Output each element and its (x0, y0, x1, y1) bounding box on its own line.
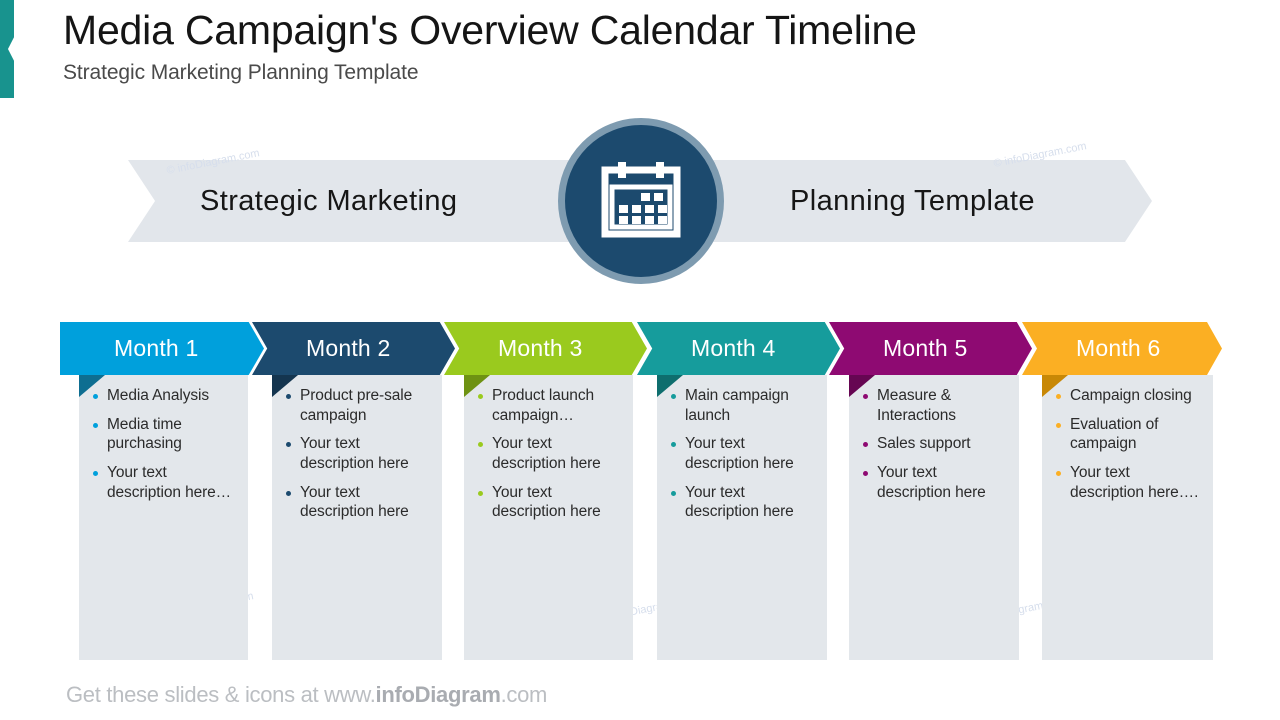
bullet-dot-icon (1056, 394, 1061, 399)
bullet-item: Your text description here (671, 434, 815, 473)
timeline-columns: Month 1 Media Analysis Media time purchasi… (0, 322, 1280, 662)
month-body-panel: Main campaign launch Your text descriptio… (657, 375, 827, 660)
month-body-panel: Media Analysis Media time purchasing Your … (79, 375, 248, 660)
bullet-text: Your text description here… (107, 464, 232, 501)
bullet-dot-icon (478, 490, 483, 496)
bullet-dot-icon (93, 471, 98, 477)
footer-prefix: Get these slides & icons at www. (66, 682, 376, 707)
month-body-panel: Product pre-sale campaign Your text descr… (272, 375, 442, 660)
bullet-dot-icon (286, 442, 291, 448)
month-header-5[interactable]: Month 5 (829, 322, 1032, 375)
bullet-item: Media Analysis (93, 386, 236, 406)
month-header-label: Month 4 (691, 335, 776, 361)
month-header-label: Month 3 (498, 335, 583, 361)
month-header-6[interactable]: Month 6 (1022, 322, 1222, 375)
timeline-column: Month 3 Product launch campaign… Your text… (444, 322, 647, 660)
footer-credit: Get these slides & icons at www.infoDiag… (66, 682, 547, 708)
month-header-label: Month 5 (883, 335, 968, 361)
bullet-text: Media Analysis (107, 387, 209, 404)
timeline-column: Month 1 Media Analysis Media time purchasi… (60, 322, 264, 660)
month-body-panel: Measure & Interactions Sales support Your … (849, 375, 1019, 660)
bullet-item: Media time purchasing (93, 415, 236, 454)
bullet-text: Your text description here (300, 435, 409, 473)
bullet-text: Measure & Interactions (877, 387, 956, 424)
bullet-item: Your text description here (478, 483, 621, 522)
bullet-item: Product pre-sale campaign (286, 386, 430, 425)
bullet-dot-icon (286, 394, 291, 399)
bullet-item: Main campaign launch (671, 386, 815, 425)
bullet-item: Your text description here… (93, 463, 236, 502)
month-header-label: Month 2 (306, 335, 391, 361)
bullet-dot-icon (93, 394, 98, 399)
bullet-text: Main campaign launch (685, 387, 789, 424)
bullet-dot-icon (671, 442, 676, 448)
month-body-panel: Product launch campaign… Your text descri… (464, 375, 633, 660)
bullet-item: Your text description here (286, 483, 430, 522)
month-header-3[interactable]: Month 3 (444, 322, 647, 375)
bullet-dot-icon (863, 471, 868, 477)
bullet-dot-icon (93, 422, 98, 428)
month-header-2[interactable]: Month 2 (252, 322, 455, 375)
title-block: Media Campaign's Overview Calendar Timel… (63, 7, 1163, 85)
bullet-text: Your text description here (685, 435, 794, 473)
calendar-icon (558, 118, 724, 284)
bullet-dot-icon (286, 490, 291, 496)
banner-left-label: Strategic Marketing (200, 184, 458, 217)
month-header-label: Month 6 (1076, 335, 1161, 361)
bullet-item: Campaign closing (1056, 386, 1201, 406)
timeline-column: Month 5 Measure & Interactions Sales suppo… (829, 322, 1032, 660)
bullet-dot-icon (671, 394, 676, 399)
bullet-text: Evaluation of campaign (1070, 415, 1159, 453)
bullet-text: Product pre-sale campaign (300, 387, 413, 424)
bullet-dot-icon (1056, 471, 1061, 477)
timeline-column: Month 4 Main campaign launch Your text des… (637, 322, 840, 660)
bullet-item: Measure & Interactions (863, 386, 1007, 425)
bullet-text: Your text description here (492, 483, 601, 521)
month-body-panel: Campaign closing Evaluation of campaign Yo… (1042, 375, 1213, 660)
bullet-text: Campaign closing (1070, 387, 1192, 404)
month-header-4[interactable]: Month 4 (637, 322, 840, 375)
bullet-item: Sales support (863, 434, 1007, 454)
bullet-item: Evaluation of campaign (1056, 415, 1201, 454)
bullet-text: Your text description here (877, 464, 986, 501)
bullet-text: Your text description here (685, 483, 794, 521)
bullet-dot-icon (478, 442, 483, 448)
bullet-text: Sales support (877, 435, 971, 453)
bullet-text: Product launch campaign… (492, 387, 594, 424)
bullet-item: Your text description here…. (1056, 463, 1201, 502)
bullet-item: Your text description here (286, 434, 430, 473)
page-subtitle: Strategic Marketing Planning Template (63, 60, 419, 84)
bullet-text: Your text description here (492, 435, 601, 473)
month-header-1[interactable]: Month 1 (60, 322, 264, 375)
page-title: Media Campaign's Overview Calendar Timel… (63, 7, 917, 53)
bullet-text: Your text description here…. (1070, 464, 1199, 501)
month-header-label: Month 1 (114, 335, 199, 361)
bullet-item: Your text description here (671, 483, 815, 522)
bullet-text: Media time purchasing (107, 415, 182, 453)
bullet-dot-icon (863, 442, 868, 448)
footer-suffix: .com (500, 682, 548, 707)
bullet-item: Your text description here (478, 434, 621, 473)
bullet-text: Your text description here (300, 483, 409, 521)
bullet-dot-icon (863, 394, 868, 399)
bullet-dot-icon (478, 394, 483, 399)
timeline-column: Month 2 Product pre-sale campaign Your tex… (252, 322, 455, 660)
bullet-dot-icon (1056, 422, 1061, 428)
footer-brand: infoDiagram (375, 682, 501, 707)
bullet-dot-icon (671, 490, 676, 496)
banner-right-label: Planning Template (790, 184, 1035, 217)
bullet-item: Product launch campaign… (478, 386, 621, 425)
timeline-column: Month 6 Campaign closing Evaluation of cam… (1022, 322, 1222, 660)
bullet-item: Your text description here (863, 463, 1007, 502)
title-accent-bar (0, 0, 14, 98)
